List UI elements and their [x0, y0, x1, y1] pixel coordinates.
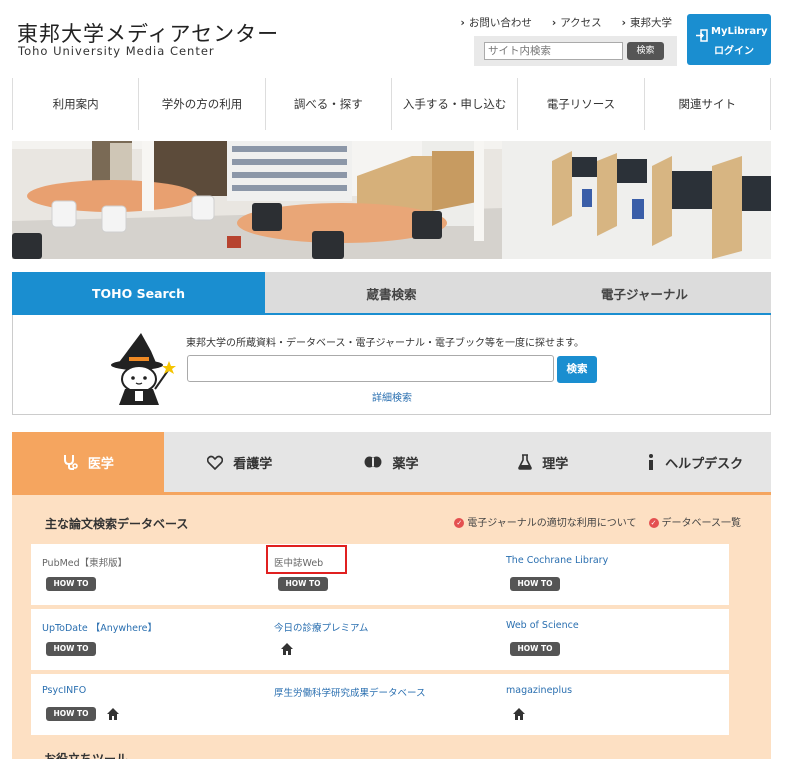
check-circle-icon: ✓ — [648, 518, 659, 528]
advanced-search-link[interactable]: 詳細検索 — [372, 389, 412, 404]
database-card: 今日の診療プレミアム — [263, 609, 495, 670]
witch-cat-mascot-icon — [111, 333, 176, 405]
database-link-konnichi-shinryo[interactable]: 今日の診療プレミアム — [274, 620, 368, 634]
mylibrary-label: MyLibrary — [711, 26, 768, 37]
nav-research[interactable]: 調べる・探す — [266, 78, 392, 130]
site-search-box: 検索 — [474, 36, 677, 66]
global-nav: 利用案内 学外の方の利用 調べる・探す 入手する・申し込む 電子リソース 関連サ… — [12, 78, 771, 130]
database-card: UpToDate 【Anywhere】 HOW TO — [31, 609, 263, 670]
selection-highlight-box — [266, 545, 347, 574]
site-search-button[interactable]: 検索 — [627, 42, 664, 60]
login-icon — [696, 29, 708, 42]
howto-button[interactable]: HOW TO — [510, 642, 560, 656]
nav-usage-guide[interactable]: 利用案内 — [13, 78, 140, 130]
database-list-link[interactable]: ✓ データベース一覧 — [648, 514, 741, 529]
chevron-right-icon: › — [621, 17, 626, 29]
nav-external-users[interactable]: 学外の方の利用 — [139, 78, 266, 130]
site-header: 東邦大学メディアセンター Toho University Media Cente… — [0, 0, 800, 78]
nav-obtain-request[interactable]: 入手する・申し込む — [392, 78, 519, 130]
howto-button[interactable]: HOW TO — [46, 642, 96, 656]
database-link-pubmed[interactable]: PubMed【東邦版】 — [42, 555, 127, 569]
tab-helpdesk[interactable]: ヘルプデスク — [619, 432, 771, 492]
search-tabs: TOHO Search 蔵書検索 電子ジャーナル — [12, 272, 771, 315]
database-row: UpToDate 【Anywhere】 HOW TO 今日の診療プレミアム We… — [31, 609, 729, 670]
database-link-web-of-science[interactable]: Web of Science — [506, 620, 579, 631]
e-journal-usage-link[interactable]: ✓ 電子ジャーナルの適切な利用について — [454, 514, 637, 529]
top-link-access[interactable]: › アクセス — [552, 15, 602, 30]
stethoscope-icon — [63, 455, 78, 470]
login-label: ログイン — [714, 46, 754, 57]
database-link-psycinfo[interactable]: PsycINFO — [42, 685, 86, 696]
home-icon — [107, 708, 119, 720]
home-icon — [281, 643, 293, 655]
tab-science[interactable]: 理学 — [467, 432, 619, 492]
library-hero-image — [12, 141, 771, 259]
database-card: 厚生労働科学研究成果データベース — [263, 674, 495, 735]
database-row: PsycINFO HOW TO 厚生労働科学研究成果データベース magazin… — [31, 674, 729, 735]
nav-related-sites[interactable]: 関連サイト — [645, 78, 771, 130]
useful-tools-title: お役立ちツール — [44, 752, 129, 759]
tab-toho-search[interactable]: TOHO Search — [12, 272, 265, 315]
howto-button[interactable]: HOW TO — [510, 577, 560, 591]
panel-links: ✓ 電子ジャーナルの適切な利用について ✓ データベース一覧 — [454, 514, 741, 529]
howto-button[interactable]: HOW TO — [278, 577, 328, 591]
howto-button[interactable]: HOW TO — [46, 707, 96, 721]
toho-search-input[interactable] — [187, 355, 554, 382]
top-link-university[interactable]: › 東邦大学 — [622, 15, 672, 30]
database-card: PsycINFO HOW TO — [31, 674, 263, 735]
nav-e-resources[interactable]: 電子リソース — [518, 78, 645, 130]
site-search-input[interactable] — [484, 42, 623, 60]
top-link-contact[interactable]: › お問い合わせ — [461, 15, 532, 30]
database-link-uptodate[interactable]: UpToDate 【Anywhere】 — [42, 620, 157, 634]
subject-tabs: 医学 看護学 薬学 理学 ヘルプデスク — [12, 432, 771, 492]
search-panel: 東邦大学の所蔵資料・データベース・電子ジャーナル・電子ブック等を一度に探せます。… — [12, 315, 771, 415]
toho-search-button[interactable]: 検索 — [557, 356, 597, 383]
panel-title: 主な論文検索データベース — [45, 517, 189, 531]
database-card: Web of Science HOW TO — [495, 609, 727, 670]
database-card: PubMed【東邦版】 HOW TO — [31, 544, 263, 605]
search-description: 東邦大学の所蔵資料・データベース・電子ジャーナル・電子ブック等を一度に探せます。 — [186, 338, 584, 349]
site-logo-english[interactable]: Toho University Media Center — [18, 44, 215, 58]
info-icon — [649, 454, 654, 470]
mylibrary-login-button[interactable]: MyLibrary ログイン — [687, 14, 771, 65]
database-row: PubMed【東邦版】 HOW TO 医中誌Web HOW TO The Coc… — [31, 544, 729, 605]
flask-icon — [518, 454, 533, 470]
database-link-mhlw-research[interactable]: 厚生労働科学研究成果データベース — [274, 685, 426, 699]
tab-nursing[interactable]: 看護学 — [164, 432, 316, 492]
tab-catalog-search[interactable]: 蔵書検索 — [265, 272, 518, 315]
chevron-right-icon: › — [460, 17, 465, 29]
check-circle-icon: ✓ — [454, 518, 465, 528]
tab-e-journal[interactable]: 電子ジャーナル — [518, 272, 771, 315]
top-utility-links: › お問い合わせ › アクセス › 東邦大学 — [461, 15, 672, 30]
database-link-cochrane[interactable]: The Cochrane Library — [506, 555, 608, 566]
tab-pharmacy[interactable]: 薬学 — [316, 432, 468, 492]
home-icon — [513, 708, 525, 720]
pill-icon — [364, 456, 382, 468]
tab-medicine[interactable]: 医学 — [12, 432, 164, 492]
howto-button[interactable]: HOW TO — [46, 577, 96, 591]
chevron-right-icon: › — [551, 17, 557, 29]
database-link-magazineplus[interactable]: magazineplus — [506, 685, 572, 696]
database-card: The Cochrane Library HOW TO — [495, 544, 727, 605]
database-card: magazineplus — [495, 674, 727, 735]
heart-icon — [207, 455, 224, 470]
